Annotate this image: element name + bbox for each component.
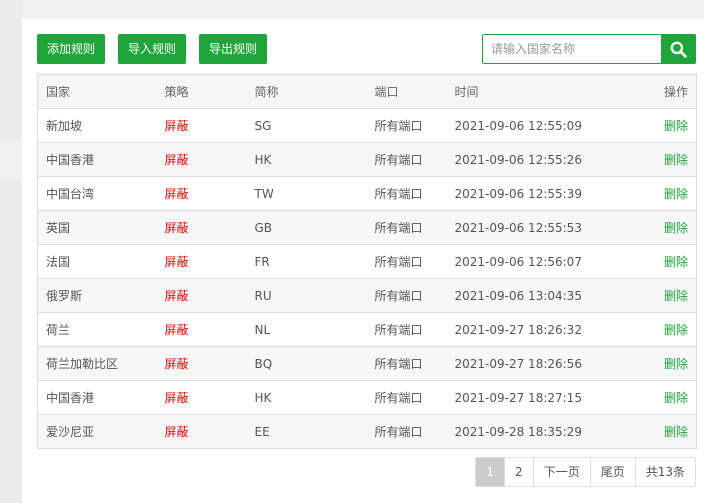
cell-country: 新加坡 xyxy=(37,108,157,143)
cell-country: 荷兰加勒比区 xyxy=(37,346,157,381)
cell-policy: 屏蔽 xyxy=(156,176,247,211)
cell-time: 2021-09-28 18:35:29 xyxy=(446,414,639,449)
delete-link[interactable]: 删除 xyxy=(638,108,697,143)
cell-time: 2021-09-06 12:55:09 xyxy=(446,108,639,143)
cell-country: 中国香港 xyxy=(37,380,157,415)
import-rule-button[interactable]: 导入规则 xyxy=(118,34,187,64)
table-row: 荷兰加勒比区 屏蔽 BQ 所有端口 2021-09-27 18:26:56 删除 xyxy=(37,346,697,381)
cell-policy: 屏蔽 xyxy=(156,108,247,143)
table-row: 新加坡 屏蔽 SG 所有端口 2021-09-06 12:55:09 删除 xyxy=(37,108,697,143)
cell-abbr: EE xyxy=(246,414,367,449)
cell-time: 2021-09-06 12:55:26 xyxy=(446,142,639,177)
left-sidebar-strip xyxy=(0,0,22,140)
cell-abbr: FR xyxy=(246,244,367,279)
pagination: 1 2 下一页 尾页 共13条 xyxy=(475,457,696,487)
cell-port: 所有端口 xyxy=(366,210,447,245)
cell-abbr: HK xyxy=(246,380,367,415)
cell-port: 所有端口 xyxy=(366,108,447,143)
cell-port: 所有端口 xyxy=(366,142,447,177)
cell-port: 所有端口 xyxy=(366,244,447,279)
table-row: 中国台湾 屏蔽 TW 所有端口 2021-09-06 12:55:39 删除 xyxy=(37,176,697,211)
cell-country: 爱沙尼亚 xyxy=(37,414,157,449)
rules-table: 国家 策略 简称 端口 时间 操作 新加坡 屏蔽 SG 所有端口 2021-09… xyxy=(37,74,697,449)
header-abbr: 简称 xyxy=(246,74,367,109)
cell-country: 中国台湾 xyxy=(37,176,157,211)
table-row: 荷兰 屏蔽 NL 所有端口 2021-09-27 18:26:32 删除 xyxy=(37,312,697,347)
header-port: 端口 xyxy=(366,74,447,109)
cell-time: 2021-09-06 12:56:07 xyxy=(446,244,639,279)
search-box xyxy=(482,34,696,64)
search-button[interactable] xyxy=(661,35,695,63)
table-row: 爱沙尼亚 屏蔽 EE 所有端口 2021-09-28 18:35:29 删除 xyxy=(37,414,697,449)
cell-time: 2021-09-06 13:04:35 xyxy=(446,278,639,313)
last-page-button[interactable]: 尾页 xyxy=(590,458,636,486)
cell-port: 所有端口 xyxy=(366,346,447,381)
left-sidebar-strip xyxy=(0,180,22,503)
cell-policy: 屏蔽 xyxy=(156,142,247,177)
delete-link[interactable]: 删除 xyxy=(638,346,697,381)
cell-port: 所有端口 xyxy=(366,278,447,313)
cell-country: 俄罗斯 xyxy=(37,278,157,313)
cell-policy: 屏蔽 xyxy=(156,312,247,347)
cell-abbr: NL xyxy=(246,312,367,347)
header-policy: 策略 xyxy=(156,74,247,109)
search-input[interactable] xyxy=(483,35,661,63)
delete-link[interactable]: 删除 xyxy=(638,278,697,313)
cell-policy: 屏蔽 xyxy=(156,244,247,279)
export-rule-button[interactable]: 导出规则 xyxy=(199,34,268,64)
delete-link[interactable]: 删除 xyxy=(638,312,697,347)
cell-policy: 屏蔽 xyxy=(156,380,247,415)
table-row: 俄罗斯 屏蔽 RU 所有端口 2021-09-06 13:04:35 删除 xyxy=(37,278,697,313)
delete-link[interactable]: 删除 xyxy=(638,380,697,415)
cell-port: 所有端口 xyxy=(366,312,447,347)
delete-link[interactable]: 删除 xyxy=(638,176,697,211)
delete-link[interactable]: 删除 xyxy=(638,244,697,279)
cell-time: 2021-09-06 12:55:53 xyxy=(446,210,639,245)
table-row: 中国香港 屏蔽 HK 所有端口 2021-09-06 12:55:26 删除 xyxy=(37,142,697,177)
add-rule-button[interactable]: 添加规则 xyxy=(37,34,106,64)
cell-country: 法国 xyxy=(37,244,157,279)
cell-country: 荷兰 xyxy=(37,312,157,347)
cell-country: 英国 xyxy=(37,210,157,245)
cell-policy: 屏蔽 xyxy=(156,414,247,449)
table-row: 法国 屏蔽 FR 所有端口 2021-09-06 12:56:07 删除 xyxy=(37,244,697,279)
delete-link[interactable]: 删除 xyxy=(638,210,697,245)
rules-panel: 添加规则 导入规则 导出规则 国家 策略 简称 端口 时间 操作 新加坡 xyxy=(22,19,704,503)
cell-port: 所有端口 xyxy=(366,414,447,449)
cell-port: 所有端口 xyxy=(366,176,447,211)
cell-abbr: RU xyxy=(246,278,367,313)
cell-abbr: HK xyxy=(246,142,367,177)
cell-abbr: SG xyxy=(246,108,367,143)
cell-time: 2021-09-27 18:27:15 xyxy=(446,380,639,415)
cell-policy: 屏蔽 xyxy=(156,210,247,245)
next-page-button[interactable]: 下一页 xyxy=(533,458,591,486)
header-time: 时间 xyxy=(446,74,639,109)
delete-link[interactable]: 删除 xyxy=(638,142,697,177)
cell-abbr: TW xyxy=(246,176,367,211)
table-header-row: 国家 策略 简称 端口 时间 操作 xyxy=(37,74,697,109)
header-action: 操作 xyxy=(638,74,697,109)
cell-port: 所有端口 xyxy=(366,380,447,415)
page-1-button[interactable]: 1 xyxy=(476,458,506,486)
page-2-button[interactable]: 2 xyxy=(505,458,534,486)
cell-time: 2021-09-06 12:55:39 xyxy=(446,176,639,211)
cell-time: 2021-09-27 18:26:56 xyxy=(446,346,639,381)
header-country: 国家 xyxy=(37,74,157,109)
cell-abbr: BQ xyxy=(246,346,367,381)
cell-country: 中国香港 xyxy=(37,142,157,177)
table-row: 英国 屏蔽 GB 所有端口 2021-09-06 12:55:53 删除 xyxy=(37,210,697,245)
delete-link[interactable]: 删除 xyxy=(638,414,697,449)
cell-policy: 屏蔽 xyxy=(156,346,247,381)
toolbar: 添加规则 导入规则 导出规则 xyxy=(37,34,268,64)
cell-policy: 屏蔽 xyxy=(156,278,247,313)
cell-time: 2021-09-27 18:26:32 xyxy=(446,312,639,347)
cell-abbr: GB xyxy=(246,210,367,245)
table-row: 中国香港 屏蔽 HK 所有端口 2021-09-27 18:27:15 删除 xyxy=(37,380,697,415)
total-count: 共13条 xyxy=(635,458,695,486)
search-icon xyxy=(670,41,687,58)
